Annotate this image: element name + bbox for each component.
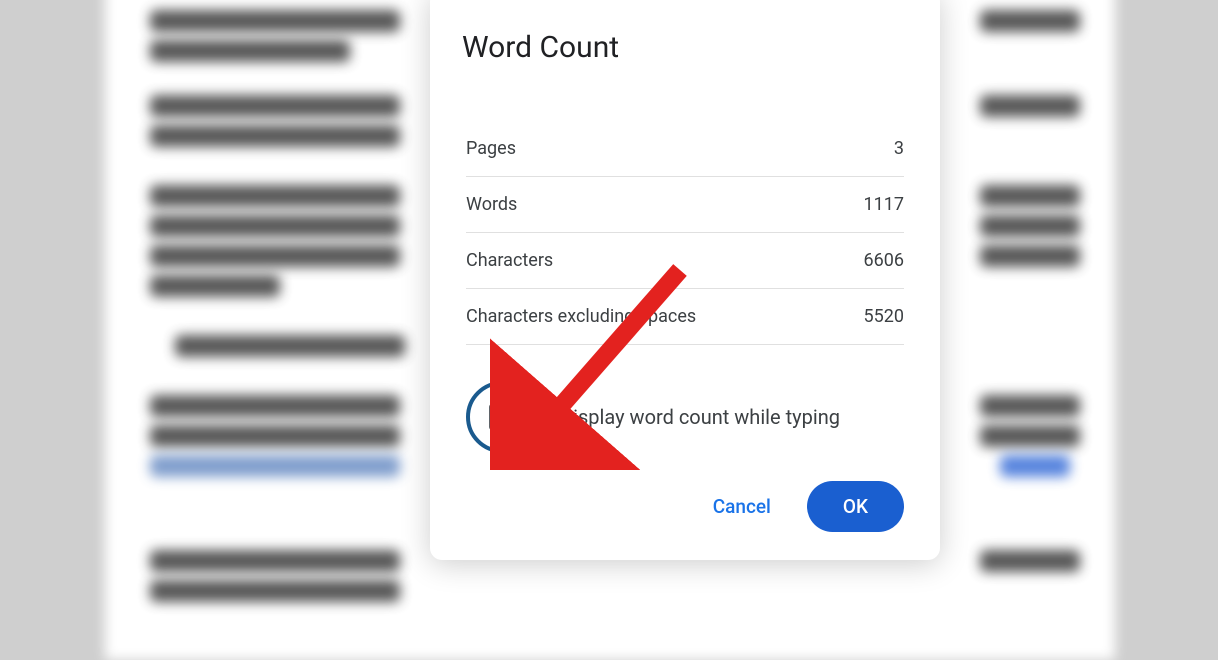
stat-value: 1117 [864, 194, 904, 215]
bg-text-line [175, 335, 405, 357]
bg-text-line [980, 395, 1080, 417]
word-count-dialog: Word Count Pages 3 Words 1117 Characters… [430, 0, 940, 560]
bg-text-line [150, 125, 400, 147]
checkbox-label: Display word count while typing [560, 405, 840, 429]
bg-text-line [980, 425, 1080, 447]
bg-text-line [150, 395, 400, 417]
bg-text-line [1000, 455, 1070, 477]
stat-row-characters-no-spaces: Characters excluding spaces 5520 [466, 289, 904, 345]
bg-text-line [150, 455, 400, 477]
dialog-title: Word Count [462, 30, 904, 65]
bg-text-line [150, 95, 400, 117]
bg-text-line [150, 425, 400, 447]
checkbox-highlight-ring [466, 381, 538, 453]
bg-text-line [980, 95, 1080, 117]
bg-text-line [150, 580, 400, 602]
stat-row-characters: Characters 6606 [466, 233, 904, 289]
stat-value: 5520 [864, 306, 904, 327]
stat-row-pages: Pages 3 [466, 121, 904, 177]
bg-text-line [980, 215, 1080, 237]
bg-text-line [150, 550, 400, 572]
display-while-typing-option[interactable]: Display word count while typing [466, 381, 904, 453]
bg-text-line [150, 245, 400, 267]
bg-text-line [150, 275, 280, 297]
bg-text-line [980, 10, 1080, 32]
cancel-button[interactable]: Cancel [695, 485, 789, 528]
stat-label: Pages [466, 138, 516, 159]
stat-label: Characters excluding spaces [466, 306, 696, 327]
stat-value: 3 [894, 138, 904, 159]
bg-text-line [980, 245, 1080, 267]
bg-text-line [150, 185, 400, 207]
ok-button[interactable]: OK [807, 481, 904, 532]
bg-text-line [980, 550, 1080, 572]
display-while-typing-checkbox[interactable] [489, 404, 515, 430]
bg-text-line [150, 215, 400, 237]
stat-label: Words [466, 194, 517, 215]
bg-text-line [150, 40, 350, 62]
bg-text-line [150, 10, 400, 32]
stat-value: 6606 [864, 250, 904, 271]
dialog-buttons: Cancel OK [466, 481, 904, 532]
stat-row-words: Words 1117 [466, 177, 904, 233]
stat-label: Characters [466, 250, 553, 271]
bg-text-line [980, 185, 1080, 207]
